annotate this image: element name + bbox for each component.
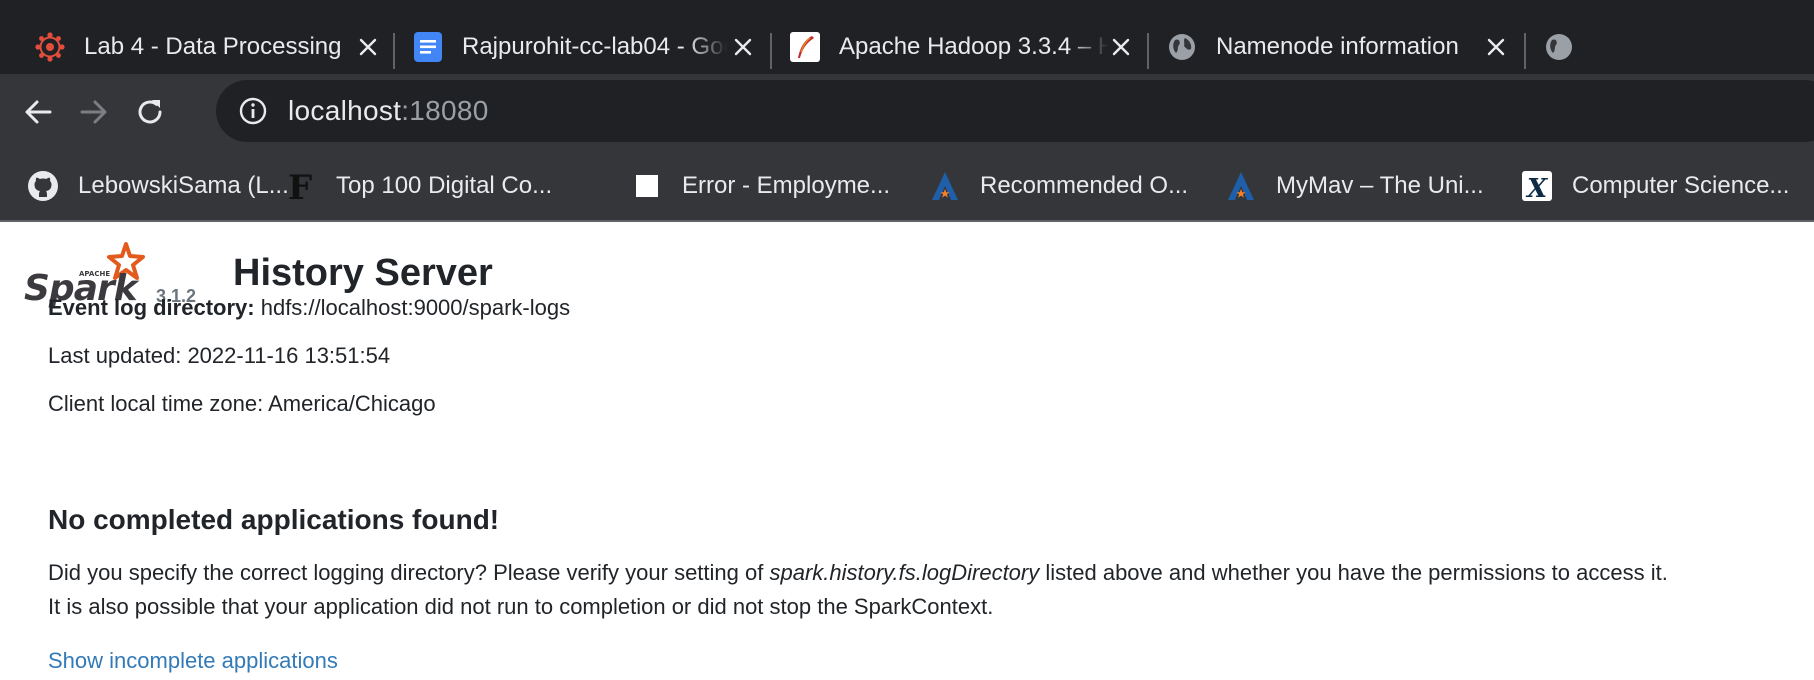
google-docs-icon [412, 31, 444, 63]
reload-icon[interactable] [128, 90, 172, 134]
tab-title: Rajpurohit-cc-lab04 - Google Docs [462, 33, 727, 60]
white-square-icon [630, 169, 664, 203]
tab-title: Apache Hadoop 3.3.4 – Hadoop [839, 33, 1109, 60]
tab-separator [393, 33, 395, 69]
bookmark-lebowskisama[interactable]: LebowskiSama (L... [26, 166, 289, 206]
tab-strip: Lab 4 - Data Processing Rajpurohit-cc-la… [0, 0, 1814, 74]
tab-title: Lab 4 - Data Processing [84, 33, 342, 60]
canvas-icon [34, 31, 66, 63]
tab-hadoop[interactable]: Apache Hadoop 3.3.4 – Hadoop [789, 20, 1139, 74]
tab-lab4[interactable]: Lab 4 - Data Processing [34, 20, 384, 74]
config-key: spark.history.fs.logDirectory [769, 560, 1040, 585]
no-apps-heading: No completed applications found! [48, 504, 500, 535]
tab-title: Namenode information [1216, 33, 1459, 60]
help-paragraph: Did you specify the correct logging dire… [48, 556, 1808, 624]
show-incomplete-applications-link[interactable]: Show incomplete applications [48, 648, 338, 674]
url-text: localhost:18080 [288, 95, 489, 127]
close-tab-icon[interactable] [354, 33, 382, 61]
uta-a-icon [928, 169, 962, 203]
bookmark-mymav[interactable]: MyMav – The Uni... [1224, 166, 1484, 206]
hadoop-feather-icon [789, 31, 821, 63]
site-info-icon[interactable] [238, 96, 268, 126]
tab-separator [1147, 33, 1149, 69]
tab-partial[interactable] [1543, 20, 1603, 74]
address-bar[interactable]: localhost:18080 [216, 80, 1814, 142]
uta-a-icon [1224, 169, 1258, 203]
event-log-label: Event log directory: [48, 295, 255, 320]
bookmarks-bar: LebowskiSama (L... F Top 100 Digital Co.… [0, 150, 1814, 222]
event-log-value: hdfs://localhost:9000/spark-logs [260, 295, 571, 320]
event-log-directory: Event log directory: hdfs://localhost:90… [48, 295, 570, 321]
back-arrow-icon[interactable] [16, 90, 60, 134]
last-updated: Last updated: 2022-11-16 13:51:54 [48, 343, 391, 368]
close-tab-icon[interactable] [1482, 33, 1510, 61]
svg-text:X: X [1525, 174, 1549, 202]
svg-text:F: F [288, 169, 312, 203]
x-logo-icon: X [1520, 169, 1554, 203]
tab-google-docs[interactable]: Rajpurohit-cc-lab04 - Google Docs [412, 20, 762, 74]
bookmark-error-employment[interactable]: Error - Employme... [630, 166, 890, 206]
bookmark-label: MyMav – The Uni... [1276, 172, 1484, 199]
help-text-line2: It is also possible that your applicatio… [48, 594, 994, 619]
tab-namenode[interactable]: Namenode information [1166, 20, 1516, 74]
bookmark-recommended[interactable]: Recommended O... [928, 166, 1188, 206]
bookmark-label: Computer Science... [1572, 172, 1790, 199]
forward-arrow-icon[interactable] [72, 90, 116, 134]
bookmark-computer-science[interactable]: X Computer Science... [1520, 166, 1789, 206]
url-port: :18080 [401, 95, 489, 126]
tab-separator [1524, 33, 1526, 69]
globe-icon [1166, 31, 1198, 63]
browser-toolbar: localhost:18080 [0, 74, 1814, 150]
github-icon [26, 169, 60, 203]
url-host: localhost [288, 95, 402, 126]
bookmark-label: LebowskiSama (L... [78, 172, 289, 199]
f-letter-icon: F [284, 169, 318, 203]
bookmark-label: Recommended O... [980, 172, 1189, 199]
globe-icon [1543, 31, 1575, 63]
bookmark-label: Error - Employme... [682, 172, 891, 199]
help-text-part2: listed above and whether you have the pe… [1039, 560, 1668, 585]
close-tab-icon[interactable] [1107, 33, 1135, 61]
page-title: History Server [233, 252, 493, 294]
bookmark-top100[interactable]: F Top 100 Digital Co... [284, 166, 552, 206]
bookmark-label: Top 100 Digital Co... [336, 172, 553, 199]
client-timezone: Client local time zone: America/Chicago [48, 391, 436, 416]
help-text-part1: Did you specify the correct logging dire… [48, 560, 770, 585]
tab-separator [770, 33, 772, 69]
page-content: APACHE Spark 3.1.2 History Server Event … [0, 222, 1814, 680]
close-tab-icon[interactable] [729, 33, 757, 61]
